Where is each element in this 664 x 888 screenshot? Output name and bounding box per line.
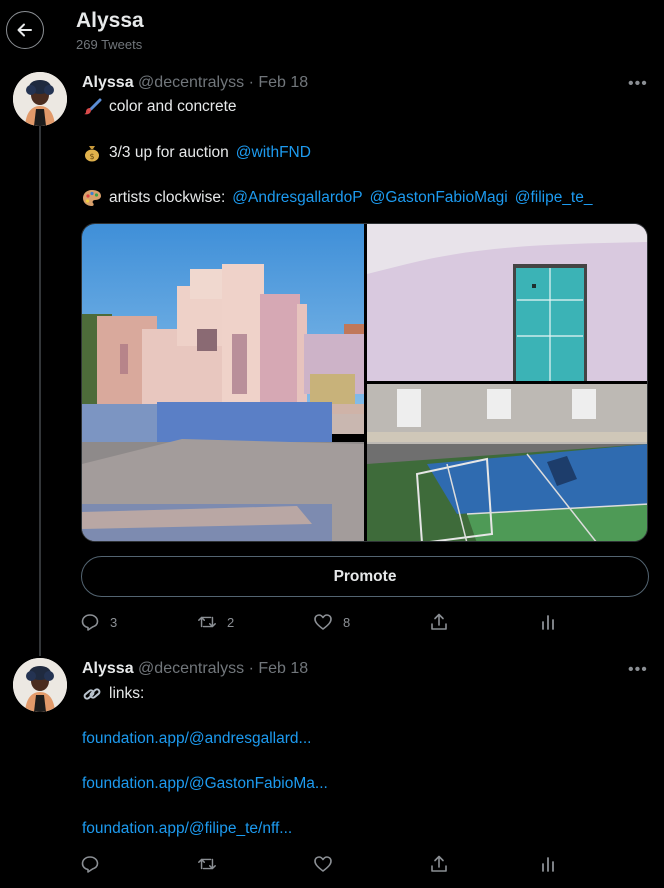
more-options-icon[interactable]: •••: [628, 661, 648, 679]
pink-architecture-photo[interactable]: [82, 224, 364, 541]
author-handle[interactable]: @decentralyss: [138, 660, 244, 677]
link-icon: [83, 688, 101, 700]
artist-palette-icon: [83, 190, 101, 206]
mention-link[interactable]: @filipe_te_: [515, 189, 593, 207]
tweet-header: Alyssa @decentralyss · Feb 18: [82, 74, 308, 92]
retweet-count: 2: [227, 614, 235, 630]
turquoise-door-photo[interactable]: [367, 224, 647, 381]
separator-dot: ·: [248, 660, 254, 677]
tweet-text: links:: [109, 685, 145, 702]
tweet-text: artists clockwise:: [109, 189, 226, 206]
share-icon: [431, 613, 447, 630]
reply-count: 3: [110, 614, 118, 630]
tweet-text-line: color and concrete: [82, 98, 237, 116]
thread-connector-line: [39, 126, 41, 656]
analytics-button[interactable]: [538, 612, 558, 632]
reply-icon: [81, 856, 99, 873]
tweet-date[interactable]: Feb 18: [258, 74, 308, 91]
money-bag-icon: $: [85, 146, 99, 162]
foundation-link[interactable]: foundation.app/@GastonFabioMa...: [82, 775, 328, 793]
tweet-count: 269 Tweets: [76, 37, 143, 52]
analytics-button[interactable]: [538, 854, 558, 874]
share-button[interactable]: [429, 612, 449, 632]
retweet-button[interactable]: 2: [197, 612, 234, 632]
tweet-date[interactable]: Feb 18: [258, 660, 308, 677]
avatar[interactable]: [13, 72, 67, 126]
analytics-icon: [542, 615, 554, 630]
share-icon: [431, 855, 447, 872]
tweet-text-line: $ 3/3 up for auction @withFND: [82, 144, 311, 162]
like-count: 8: [343, 614, 351, 630]
paintbrush-icon: [84, 98, 102, 115]
back-button[interactable]: [6, 11, 44, 49]
analytics-icon: [542, 857, 554, 872]
author-handle[interactable]: @decentralyss: [138, 74, 244, 91]
svg-text:$: $: [89, 152, 94, 161]
retweet-button[interactable]: [197, 854, 217, 874]
author-name[interactable]: Alyssa: [82, 660, 134, 677]
profile-name-title: Alyssa: [76, 9, 144, 32]
tweet-actions: 3 2 8: [80, 612, 560, 636]
foundation-link[interactable]: foundation.app/@filipe_te/nff...: [82, 820, 292, 838]
retweet-icon: [198, 858, 216, 870]
tweet-actions: [80, 854, 560, 878]
tweet-header: Alyssa @decentralyss · Feb 18: [82, 660, 308, 678]
share-button[interactable]: [429, 854, 449, 874]
avatar[interactable]: [13, 658, 67, 712]
like-button[interactable]: 8: [313, 612, 350, 632]
heart-icon: [314, 856, 332, 872]
like-button[interactable]: [313, 854, 333, 874]
profile-header: Alyssa 269 Tweets: [0, 0, 664, 64]
mention-link[interactable]: @AndresgallardoP: [232, 189, 362, 207]
heart-icon: [314, 614, 332, 630]
separator-dot: ·: [248, 74, 254, 91]
mention-link[interactable]: @withFND: [236, 144, 311, 162]
author-name[interactable]: Alyssa: [82, 74, 134, 91]
promote-button[interactable]: Promote: [81, 556, 649, 597]
tweet-text-line: artists clockwise: @AndresgallardoP @Gas…: [82, 189, 592, 207]
arrow-left-icon: [17, 23, 32, 37]
tweet-text: 3/3 up for auction: [109, 144, 229, 161]
reply-icon: [81, 614, 99, 631]
more-options-icon[interactable]: •••: [628, 75, 648, 93]
reply-button[interactable]: 3: [80, 612, 117, 632]
tweet-text-line: links:: [82, 685, 144, 703]
reply-button[interactable]: [80, 854, 100, 874]
basketball-court-photo[interactable]: [367, 384, 647, 541]
foundation-link[interactable]: foundation.app/@andresgallard...: [82, 730, 311, 748]
retweet-icon: [198, 616, 216, 628]
tweet-text: color and concrete: [109, 98, 237, 115]
media-grid: [81, 223, 648, 542]
mention-link[interactable]: @GastonFabioMagi: [370, 189, 508, 207]
